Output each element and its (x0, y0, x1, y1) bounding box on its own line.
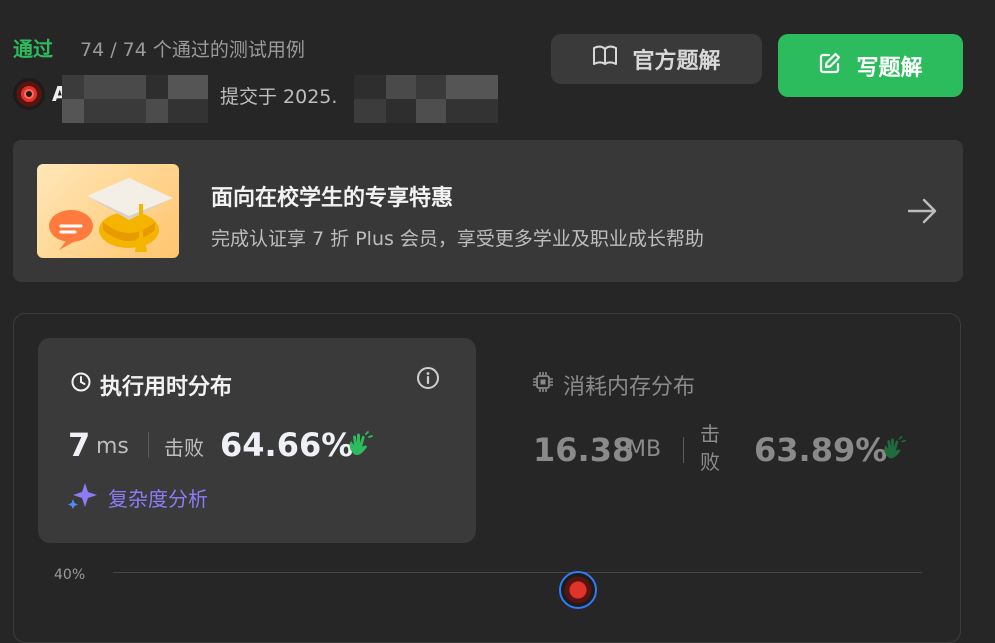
official-solution-label: 官方题解 (632, 49, 721, 74)
submitted-time-prefix: 提交于 2025. (220, 86, 338, 108)
clap-icon (345, 431, 373, 463)
result-status: 通过 (13, 37, 53, 61)
promo-title: 面向在校学生的专享特惠 (211, 186, 454, 211)
runtime-beat-label: 击败 (164, 436, 204, 460)
redacted-username (62, 75, 208, 123)
redacted-date (354, 75, 498, 123)
arrow-right-icon[interactable] (905, 194, 939, 232)
official-solution-button[interactable]: 官方题解 (551, 34, 762, 84)
write-solution-button[interactable]: 写题解 (778, 34, 963, 97)
chart-gridline (113, 572, 922, 573)
write-solution-label: 写题解 (856, 55, 923, 81)
clap-icon (880, 436, 906, 466)
promo-description: 完成认证享 7 折 Plus 会员，享受更多学业及职业成长帮助 (211, 228, 704, 250)
edit-icon (818, 51, 842, 81)
memory-value: 16.38 (533, 431, 635, 469)
divider (683, 437, 684, 463)
graduation-cap-illustration (37, 164, 179, 258)
complexity-analysis-label: 复杂度分析 (108, 486, 208, 511)
clock-icon (70, 371, 92, 397)
runtime-title: 执行用时分布 (100, 375, 233, 400)
chart-ytick-label: 40% (54, 567, 86, 583)
memory-unit: MB (627, 437, 662, 462)
book-icon (592, 45, 618, 73)
runtime-unit: ms (96, 434, 129, 459)
user-avatar[interactable] (13, 78, 45, 110)
my-position-avatar[interactable] (559, 571, 597, 609)
memory-beat-percent: 63.89% (754, 431, 888, 469)
student-promo-banner[interactable]: 面向在校学生的专享特惠 完成认证享 7 折 Plus 会员，享受更多学业及职业成… (13, 140, 963, 282)
divider (148, 432, 149, 458)
info-icon[interactable] (416, 366, 440, 394)
memory-beat-label: 击败 (700, 422, 720, 474)
runtime-value: 7 (68, 426, 91, 464)
cpu-icon (532, 371, 554, 397)
memory-title: 消耗内存分布 (563, 375, 696, 400)
test-cases-summary: 74 / 74 个通过的测试用例 (80, 39, 305, 61)
runtime-beat-percent: 64.66% (220, 426, 354, 464)
memory-distribution-card[interactable]: 消耗内存分布 16.38 MB 击败 63.89% (500, 338, 940, 543)
complexity-analysis-link[interactable]: 复杂度分析 (68, 481, 208, 513)
runtime-distribution-card[interactable]: 执行用时分布 7 ms 击败 64.66% 复杂度分析 (38, 338, 476, 543)
sparkle-icon (68, 481, 98, 513)
